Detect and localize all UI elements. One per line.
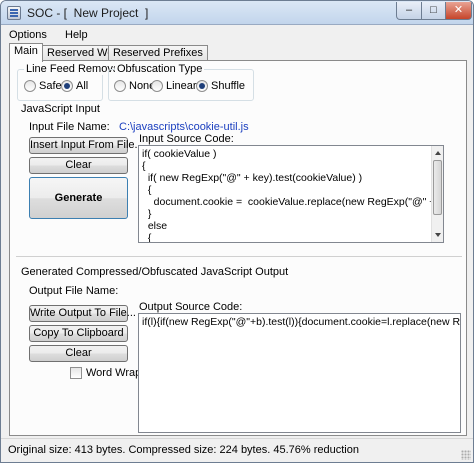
title-bar[interactable]: SOC - [ New Project ] – □ ✕ xyxy=(1,1,473,25)
generate-button[interactable]: Generate xyxy=(29,177,128,219)
input-file-name-value: C:\javascripts\cookie-util.js xyxy=(119,121,249,133)
output-section-title: Generated Compressed/Obfuscated JavaScri… xyxy=(21,266,289,278)
clear-input-button[interactable]: Clear xyxy=(29,157,128,174)
minimize-button[interactable]: – xyxy=(396,2,422,20)
input-source-code-label: Input Source Code: xyxy=(139,133,234,145)
clear-output-button[interactable]: Clear xyxy=(29,345,128,362)
word-wrap-checkbox[interactable] xyxy=(70,367,82,379)
tab-reserved-prefixes[interactable]: Reserved Prefixes xyxy=(108,45,208,61)
output-source-code-label: Output Source Code: xyxy=(139,301,243,313)
scroll-thumb[interactable] xyxy=(433,160,442,215)
copy-to-clipboard-button[interactable]: Copy To Clipboard xyxy=(29,325,128,342)
input-code-line: } xyxy=(142,208,152,220)
resize-grip-icon[interactable] xyxy=(461,450,471,460)
radio-safe[interactable] xyxy=(24,80,36,92)
radio-none[interactable] xyxy=(114,80,126,92)
menu-help[interactable]: Help xyxy=(65,29,88,41)
input-code-line: else xyxy=(142,220,168,232)
radio-shuffle[interactable] xyxy=(196,80,208,92)
obfuscation-type-title: Obfuscation Type xyxy=(115,63,205,75)
radio-linear[interactable] xyxy=(151,80,163,92)
output-source-code-textarea[interactable]: if(l){if(new RegExp("@"+b).test(l)){docu… xyxy=(138,313,461,433)
tab-main[interactable]: Main xyxy=(9,43,43,62)
radio-safe-label: Safe xyxy=(39,80,62,92)
main-tab-page: Line Feed Removal Safe All Obfuscation T… xyxy=(9,60,467,436)
status-text: Original size: 413 bytes. Compressed siz… xyxy=(8,444,359,456)
javascript-input-title: JavaScript Input xyxy=(21,103,100,115)
input-code-line: { xyxy=(142,232,152,243)
input-code-line: { xyxy=(142,184,152,196)
input-code-line: { xyxy=(142,160,146,172)
output-file-name-label: Output File Name: xyxy=(29,285,119,297)
input-source-code-textarea[interactable]: if( cookieValue ) { if( new RegExp("@" +… xyxy=(138,145,444,243)
line-feed-removal-group: Line Feed Removal Safe All xyxy=(17,63,124,101)
obfuscation-type-group: Obfuscation Type None Linear Shuffle xyxy=(108,63,254,101)
menu-bar: Options Help xyxy=(1,26,473,45)
input-file-name-label: Input File Name: xyxy=(29,121,110,133)
input-code-line: if( new RegExp("@" + key).test(cookieVal… xyxy=(142,172,363,184)
app-icon xyxy=(7,6,21,20)
radio-all[interactable] xyxy=(61,80,73,92)
menu-options[interactable]: Options xyxy=(9,29,47,41)
input-vertical-scrollbar[interactable] xyxy=(431,146,443,242)
maximize-button[interactable]: □ xyxy=(421,2,446,20)
write-output-to-file-button[interactable]: Write Output To File... xyxy=(29,305,136,322)
radio-linear-label: Linear xyxy=(166,80,197,92)
word-wrap-label: Word Wrap xyxy=(86,367,142,379)
status-bar: Original size: 413 bytes. Compressed siz… xyxy=(1,438,473,462)
scroll-down-arrow-icon[interactable] xyxy=(435,233,441,237)
scroll-up-arrow-icon[interactable] xyxy=(435,151,441,155)
radio-all-label: All xyxy=(76,80,89,92)
input-code-line: if( cookieValue ) xyxy=(142,148,217,160)
input-code-line: document.cookie = cookieValue.replace(ne… xyxy=(142,196,444,208)
radio-shuffle-label: Shuffle xyxy=(211,80,246,92)
app-window: SOC - [ New Project ] – □ ✕ Options Help… xyxy=(0,0,474,463)
output-code-line: if(l){if(new RegExp("@"+b).test(l)){docu… xyxy=(142,316,461,328)
section-divider xyxy=(16,256,462,257)
close-button[interactable]: ✕ xyxy=(445,2,472,20)
insert-input-from-file-button[interactable]: Insert Input From File... xyxy=(29,137,144,154)
window-title: SOC - [ New Project ] xyxy=(27,6,149,20)
